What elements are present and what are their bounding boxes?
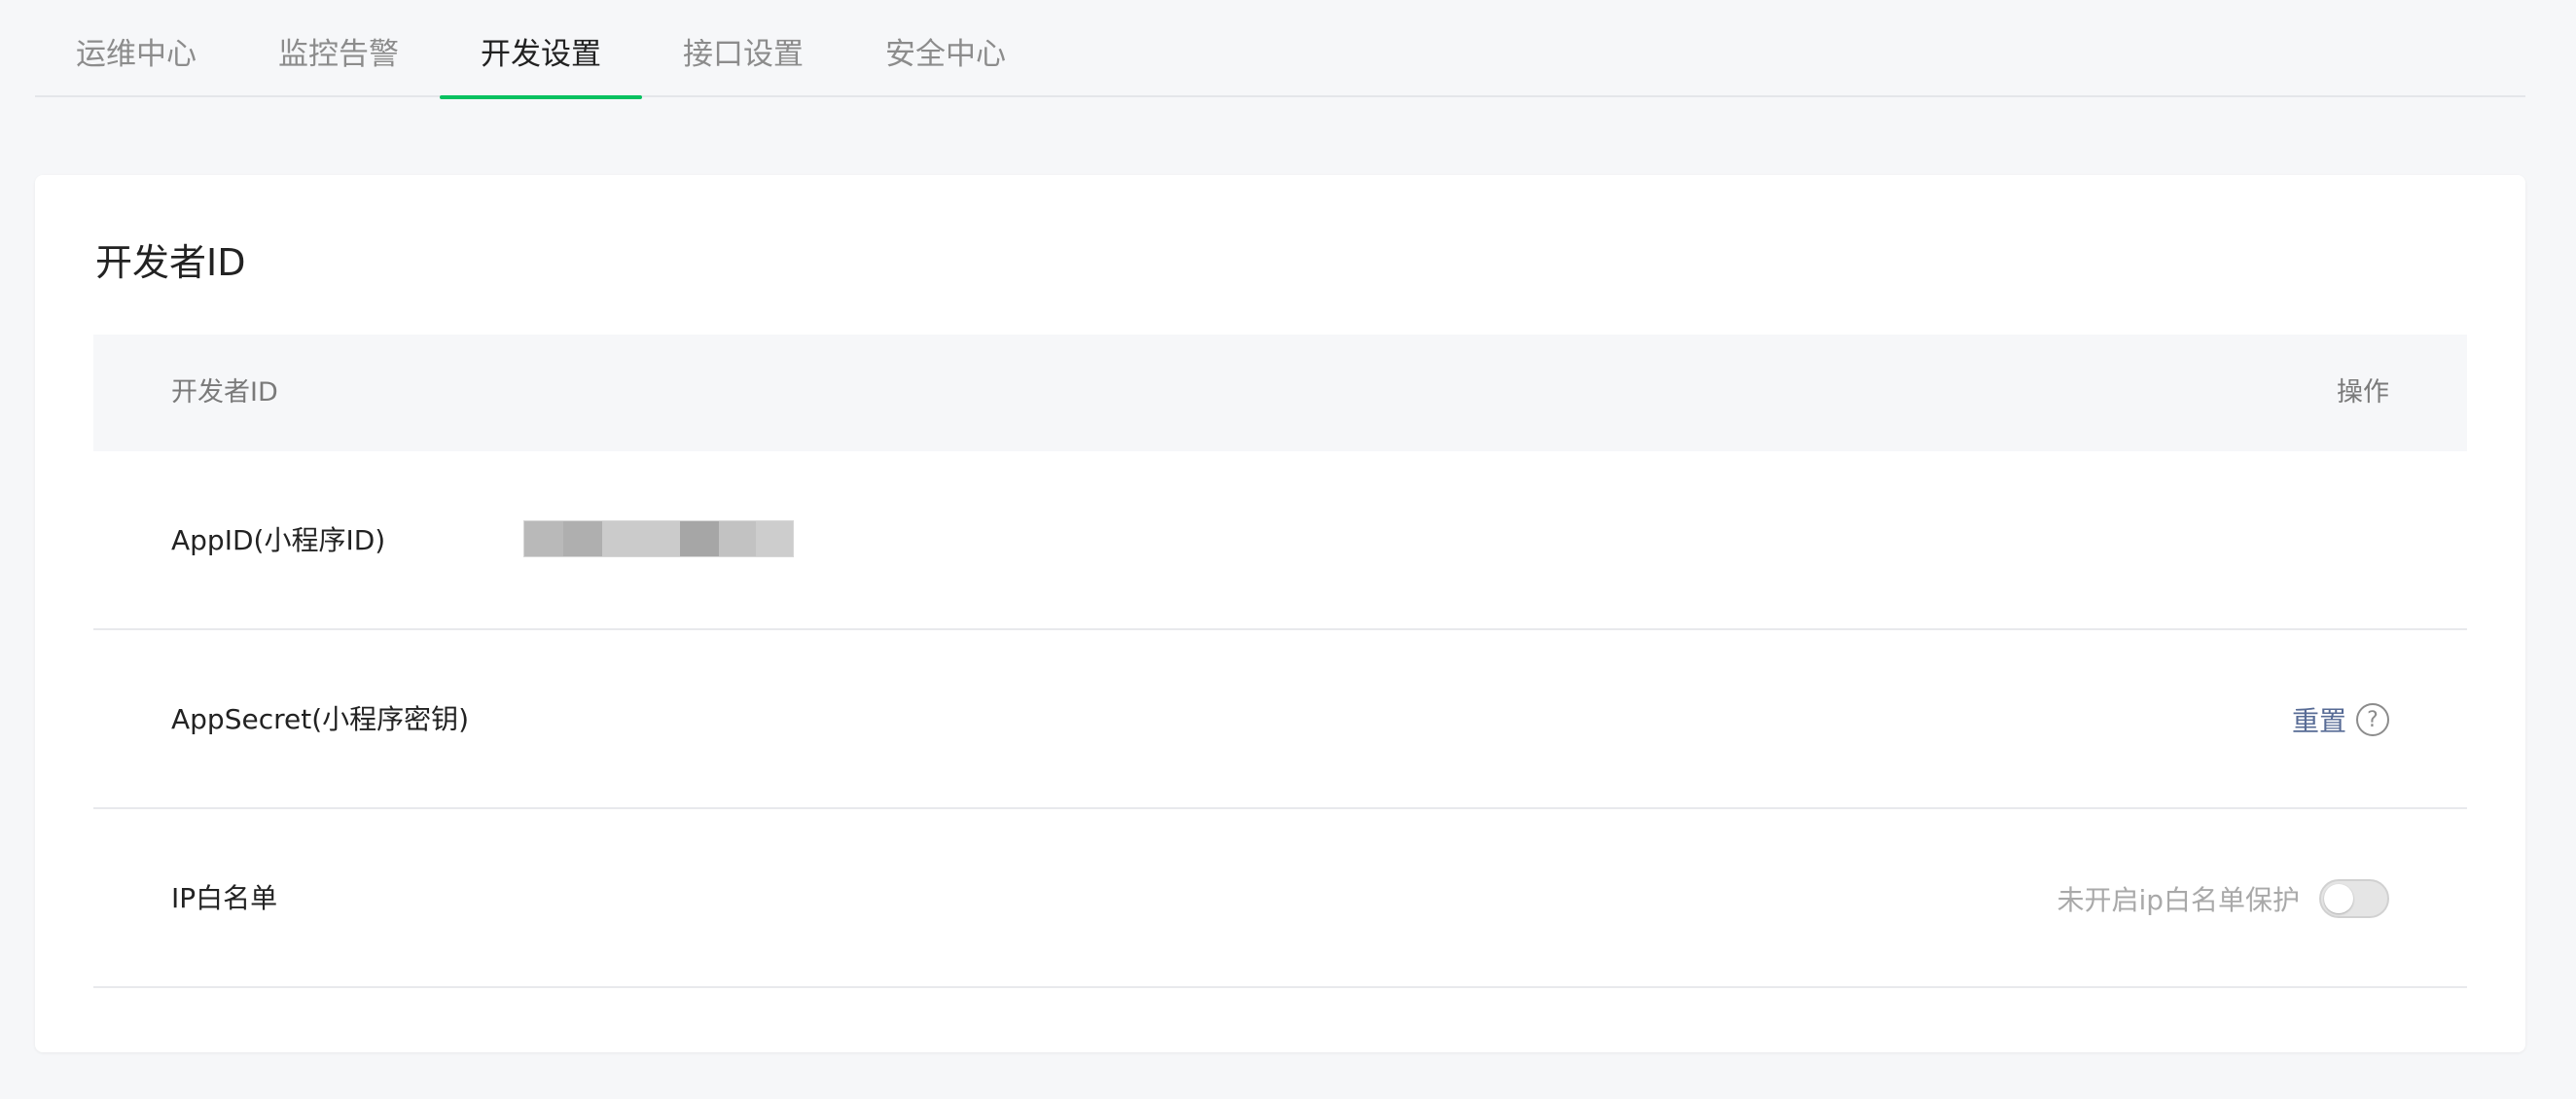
tab-label: 安全中心	[885, 37, 1006, 72]
ip-whitelist-label: IP白名单	[171, 882, 278, 914]
reset-link[interactable]: 重置	[2292, 700, 2346, 739]
ip-whitelist-status-text: 未开启ip白名单保护	[2057, 884, 2300, 916]
tab-label: 运维中心	[76, 37, 197, 72]
appsecret-label: AppSecret(小程序密钥)	[171, 703, 470, 735]
toggle-knob	[2324, 884, 2353, 913]
ip-whitelist-actions: 未开启ip白名单保护	[2057, 809, 2389, 988]
tab-label: 开发设置	[481, 37, 601, 72]
column-header-developer-id: 开发者ID	[171, 377, 278, 408]
appid-masked-value	[523, 520, 794, 557]
tab-label: 接口设置	[683, 37, 804, 72]
section-title: 开发者ID	[95, 241, 246, 284]
table-row-appsecret: AppSecret(小程序密钥) 重置 ?	[93, 630, 2467, 809]
column-header-actions: 操作	[2337, 377, 2389, 408]
help-icon[interactable]: ?	[2356, 703, 2389, 736]
table-row-ip-whitelist: IP白名单 未开启ip白名单保护	[93, 809, 2467, 988]
tab-label: 监控告警	[278, 37, 399, 72]
tab-operations-center[interactable]: 运维中心	[74, 29, 198, 97]
table-header: 开发者ID 操作	[93, 335, 2467, 451]
tab-monitoring-alerts[interactable]: 监控告警	[276, 29, 401, 97]
developer-id-table: 开发者ID 操作 AppID(小程序ID) AppSecret(小程序密钥) 重…	[93, 335, 2467, 988]
tab-interface-settings[interactable]: 接口设置	[681, 29, 805, 97]
appid-label: AppID(小程序ID)	[171, 524, 386, 556]
tab-bar: 运维中心 监控告警 开发设置 接口设置 安全中心	[35, 0, 2525, 99]
tab-development-settings[interactable]: 开发设置	[440, 29, 642, 99]
tab-security-center[interactable]: 安全中心	[883, 29, 1008, 97]
ip-whitelist-toggle[interactable]	[2319, 879, 2389, 918]
developer-id-card: 开发者ID 开发者ID 操作 AppID(小程序ID) AppSecret(小程…	[35, 175, 2525, 1052]
table-row-appid: AppID(小程序ID)	[93, 451, 2467, 630]
appsecret-actions: 重置 ?	[2292, 630, 2389, 809]
